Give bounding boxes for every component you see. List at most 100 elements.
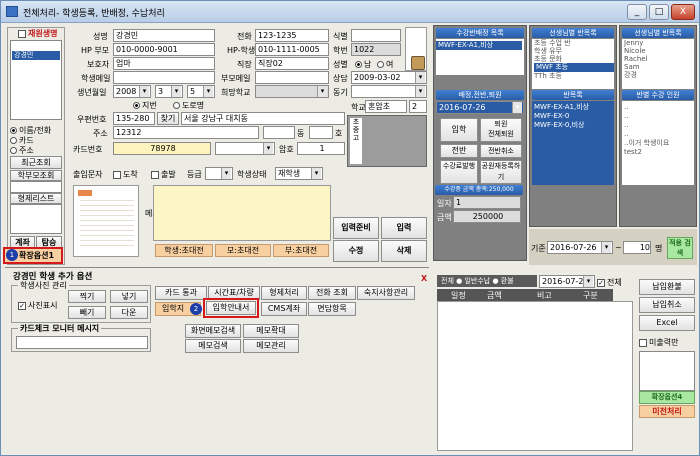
count-filter-field[interactable]: 10 <box>623 241 651 254</box>
sms-arrive-checkbox[interactable]: 도착 <box>113 169 138 180</box>
retire-button[interactable]: 퇴원 전체퇴원 <box>480 118 522 142</box>
ho-field[interactable] <box>309 126 333 139</box>
download-photo-button[interactable]: 다운 <box>110 306 148 319</box>
enrolled-class-list[interactable]: MWF-EX-A1,비상 <box>436 39 524 75</box>
hp-parent-field[interactable]: 010-0000-9001 <box>113 43 215 56</box>
count-field[interactable]: 1 <box>453 196 521 209</box>
prepare-input-button[interactable]: 입력준비 <box>333 217 379 239</box>
sms-depart-checkbox[interactable]: 출발 <box>151 169 176 180</box>
memo-zoom-button[interactable]: 메모확대 <box>243 324 299 338</box>
student-list[interactable]: 강경민 <box>10 40 62 120</box>
memo-textarea[interactable] <box>153 185 331 241</box>
modify-button[interactable]: 수정 <box>333 240 379 262</box>
payment-type-tabs[interactable]: 전체 ● 일반수납 ● 환불 <box>437 275 537 287</box>
gender-male-radio[interactable]: 남 <box>355 59 371 70</box>
sms-mom-button[interactable]: 모:초대전 <box>215 244 271 257</box>
pay-cancel-button[interactable]: 납입취소 <box>639 297 695 313</box>
zip-field[interactable]: 135-280 <box>113 112 155 125</box>
transfer-button[interactable]: 전반 <box>440 144 478 158</box>
job-field[interactable]: 직장02 <box>255 57 329 70</box>
payment-table[interactable] <box>437 301 633 451</box>
class-list[interactable]: MWF-EX-A1,비상 MWF-EX-0 MWF-EX-0,비상 <box>532 101 614 185</box>
motive-select[interactable] <box>351 85 427 98</box>
road-radio[interactable]: 도로명 <box>173 100 204 111</box>
sms-dad-button[interactable]: 부:초대전 <box>273 244 329 257</box>
card-pass-button[interactable]: 카드 통과 <box>155 286 207 300</box>
birth-month-select[interactable]: 3 <box>155 85 183 98</box>
parent-search-button[interactable]: 학부모조회 <box>10 170 62 181</box>
enroll-guide-button[interactable]: 입학안내서 <box>206 301 256 315</box>
cms-account-button[interactable]: CMS계좌 <box>261 302 307 316</box>
headcount-item[interactable]: .. <box>624 121 692 130</box>
screen-memo-search-button[interactable]: 화면메모검색 <box>185 324 241 338</box>
class-type-item[interactable]: TTh 초등 <box>534 72 614 80</box>
gender-female-radio[interactable]: 여 <box>377 59 393 70</box>
enrolled-class-item[interactable]: MWF-EX-A1,비상 <box>436 41 522 50</box>
fee-issue-button[interactable]: 수강료발행 <box>440 160 478 184</box>
phone-search-button[interactable]: 전화 조회 <box>308 286 356 300</box>
remove-photo-button[interactable]: 빼기 <box>68 306 106 319</box>
teacher-item[interactable]: Rachel <box>624 55 694 63</box>
filter-checkbox[interactable] <box>18 29 26 38</box>
class-type-item[interactable]: MWF 초등 <box>534 63 614 72</box>
unprinted-checkbox[interactable]: 미출력만 <box>639 337 678 348</box>
class-type-item[interactable]: 초등 수업 반 <box>534 39 614 47</box>
teacher-item[interactable]: Jenny <box>624 39 694 47</box>
close-button[interactable]: X <box>671 4 695 20</box>
memo-search-button[interactable]: 메모검색 <box>185 339 241 353</box>
grade-field[interactable]: 2 <box>409 100 427 113</box>
find-address-button[interactable]: 찾기 <box>157 112 179 125</box>
payment-all-checkbox[interactable]: ✓ 전체 <box>597 277 622 288</box>
notice-manage-button[interactable]: 숙지사항관리 <box>357 286 415 300</box>
sibling-process-button[interactable]: 형제처리 <box>261 286 307 300</box>
level-select[interactable] <box>205 167 233 180</box>
assign-date-select[interactable]: 2016-07-26 <box>436 101 524 114</box>
options-close-button[interactable]: X <box>421 274 427 283</box>
school-no-field[interactable]: 1022 <box>351 43 401 56</box>
dong-field[interactable] <box>263 126 295 139</box>
birth-year-select[interactable]: 2008 <box>113 85 151 98</box>
memo-manage-button[interactable]: 메모관리 <box>243 339 299 353</box>
consult-items-button[interactable]: 면담항목 <box>308 302 356 316</box>
teacher-item[interactable]: Nicole <box>624 47 694 55</box>
parent-mail-field[interactable] <box>255 71 329 84</box>
apply-search-button[interactable]: 적용 검색 <box>667 237 693 259</box>
class-list-item[interactable]: MWF-EX-0 <box>534 112 612 121</box>
payment-date-select[interactable]: 2016-07-26 <box>539 275 595 288</box>
headcount-item[interactable]: .. <box>624 130 692 139</box>
hope-school-select[interactable] <box>255 85 329 98</box>
address2-field[interactable]: 12312 <box>113 126 259 139</box>
transfer-cancel-button[interactable]: 전반취소 <box>480 144 522 158</box>
monitor-message-input[interactable] <box>16 336 148 349</box>
birth-day-select[interactable]: 5 <box>187 85 215 98</box>
teacher-list[interactable]: Jenny Nicole Rachel Sam 강경 <box>622 39 694 89</box>
password-field[interactable]: 1 <box>297 142 345 155</box>
class-type-item[interactable]: 학생 유무 <box>534 47 614 55</box>
pay-refund-button[interactable]: 납입환불 <box>639 279 695 295</box>
search-icon[interactable] <box>411 56 425 70</box>
id-field[interactable] <box>351 29 401 42</box>
class-type-list[interactable]: 초등 수업 반 학생 유무 초등 문화 MWF 초등 TTh 초등 <box>532 39 614 89</box>
email-field[interactable] <box>113 71 215 84</box>
phone-field[interactable]: 123-1235 <box>255 29 329 42</box>
extension-option4-button[interactable]: 확장옵션4 <box>639 391 695 404</box>
hp-student-field[interactable]: 010-1111-0005 <box>255 43 329 56</box>
enroll-button[interactable]: 입학 <box>440 118 478 142</box>
card-field[interactable]: 78978 <box>113 142 211 155</box>
enter-button[interactable]: 입력 <box>381 217 427 239</box>
excel-button[interactable]: Excel <box>639 315 695 331</box>
school-field[interactable]: 혼암초 <box>365 100 407 113</box>
card-type-select[interactable] <box>215 142 275 155</box>
show-photo-checkbox[interactable]: ✓ 사진표시 <box>18 300 57 311</box>
extension-option1-button[interactable]: 확장옵션1 <box>19 250 54 261</box>
class-headcount-list[interactable]: .. .. .. .. ..이거 학생이요 test2 <box>622 101 694 185</box>
search-by-address[interactable]: 주소 <box>10 145 34 156</box>
maximize-button[interactable]: □ <box>649 4 669 20</box>
re-register-button[interactable]: 공원재등록하기 <box>480 160 522 184</box>
unprocessed-button[interactable]: 미전처리 <box>639 405 695 418</box>
class-list-item[interactable]: MWF-EX-0,비상 <box>534 121 612 130</box>
recent-search-button[interactable]: 최근조회 <box>10 156 62 169</box>
address1-field[interactable]: 서울 강남구 대치동 <box>181 112 345 125</box>
amount-field[interactable]: 250000 <box>453 210 521 223</box>
sms-student-button[interactable]: 학생:초대전 <box>155 244 213 257</box>
